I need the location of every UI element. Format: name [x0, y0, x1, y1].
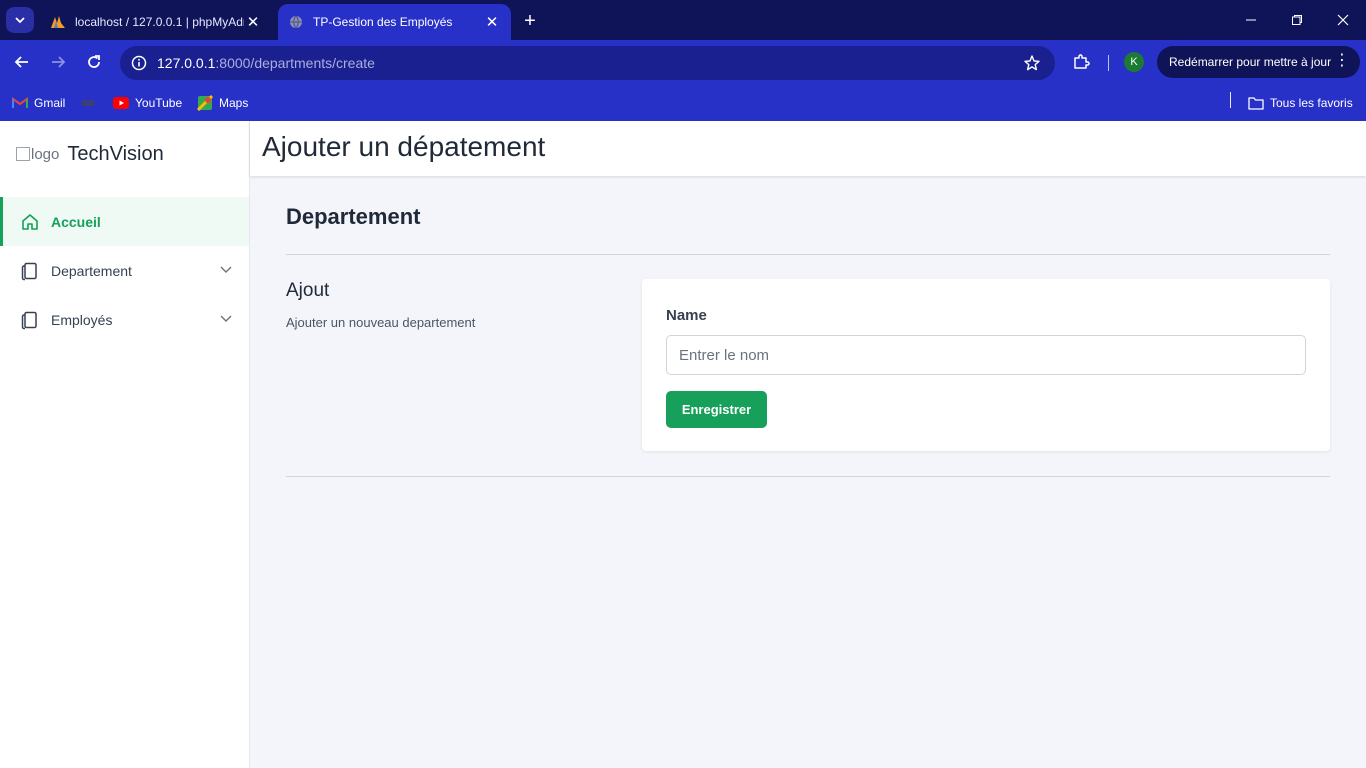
update-restart-label: Redémarrer pour mettre à jour: [1169, 55, 1332, 69]
chevron-down-icon[interactable]: [219, 262, 233, 279]
site-info-icon[interactable]: [122, 55, 156, 71]
page-title: Ajouter un dépatement: [262, 131, 546, 162]
bookmark-gmail[interactable]: Gmail: [12, 93, 65, 113]
broken-image-icon: [16, 147, 30, 161]
toolbar-divider: [1108, 55, 1109, 71]
forward-arrow-icon[interactable]: [44, 48, 72, 76]
document-copy-icon: [20, 261, 40, 281]
bookmark-label: Tous les favoris: [1270, 96, 1353, 110]
section-divider: [286, 254, 1330, 255]
restore-icon[interactable]: [1274, 0, 1320, 40]
bookmark-label: Gmail: [34, 96, 66, 110]
bookmark-label: YouTube: [135, 96, 183, 110]
brand[interactable]: logo TechVision: [16, 141, 164, 167]
close-window-icon[interactable]: [1320, 0, 1366, 40]
more-menu-icon[interactable]: ⋮: [1334, 53, 1350, 69]
new-tab-plus-icon[interactable]: +: [518, 9, 542, 33]
document-copy-icon: [20, 310, 40, 330]
browser-tab-strip: localhost / 127.0.0.1 | phpMyAdmin ✕ TP-…: [0, 0, 1366, 40]
all-bookmarks-folder[interactable]: Tous les favoris: [1248, 93, 1353, 113]
bookmark-label: Maps: [219, 96, 249, 110]
url-host: 127.0.0.1: [157, 55, 216, 71]
phpmyadmin-icon: [50, 14, 66, 30]
browser-toolbar: 127.0.0.1:8000/departments/create K Redé…: [0, 40, 1366, 85]
chevron-down-icon[interactable]: [219, 311, 233, 328]
url-path: :8000/departments/create: [215, 55, 375, 71]
minimize-icon[interactable]: [1228, 0, 1274, 40]
profile-avatar[interactable]: K: [1124, 52, 1144, 72]
globe-icon: [288, 14, 304, 30]
reload-icon[interactable]: [80, 48, 108, 76]
form-heading: Ajout: [286, 280, 330, 301]
bookmarks-bar: Gmail YouTube Maps Tous les favoris: [0, 85, 1366, 121]
chevron-down-icon: [15, 17, 25, 24]
update-restart-button[interactable]: Redémarrer pour mettre à jour ⋮: [1157, 46, 1360, 78]
close-icon[interactable]: ✕: [244, 13, 262, 31]
page-header: Ajouter un dépatement: [250, 121, 1366, 176]
sidebar-item-label: Accueil: [51, 213, 101, 230]
folder-icon: [1248, 95, 1264, 111]
sidebar-item-label: Departement: [51, 262, 132, 279]
maps-icon: [197, 95, 213, 111]
logo-broken-image: logo: [16, 146, 59, 163]
extensions-puzzle-icon[interactable]: [1068, 49, 1094, 75]
tab-title: localhost / 127.0.0.1 | phpMyAdmin: [75, 15, 244, 29]
site-favicon-icon: [80, 95, 96, 111]
home-icon: [20, 212, 40, 232]
name-input[interactable]: [666, 335, 1306, 375]
url-text: 127.0.0.1:8000/departments/create: [157, 55, 375, 71]
brand-name: TechVision: [67, 142, 164, 165]
tab-phpmyadmin[interactable]: localhost / 127.0.0.1 | phpMyAdmin ✕: [40, 4, 272, 40]
name-field-label: Name: [666, 307, 707, 324]
section-title: Departement: [286, 204, 421, 229]
bookmark-unnamed[interactable]: [80, 93, 102, 113]
sidebar-item-employes[interactable]: Employés: [0, 295, 249, 344]
logo-alt-text: logo: [31, 145, 60, 163]
bookmark-maps[interactable]: Maps: [197, 93, 248, 113]
form-description: Ajouter un nouveau departement: [286, 315, 476, 330]
sidebar-nav: Accueil Departement Employés: [0, 197, 249, 344]
bookmark-star-icon[interactable]: [1023, 54, 1041, 77]
sidebar-item-departement[interactable]: Departement: [0, 246, 249, 295]
sidebar-item-accueil[interactable]: Accueil: [0, 197, 249, 246]
tab-title: TP-Gestion des Employés: [313, 15, 453, 29]
gmail-icon: [12, 95, 28, 111]
close-icon[interactable]: ✕: [483, 13, 501, 31]
youtube-icon: [113, 95, 129, 111]
sidebar-item-label: Employés: [51, 311, 113, 328]
tab-search-button[interactable]: [6, 7, 34, 33]
department-form-card: Name Enregistrer: [642, 279, 1330, 451]
bottom-divider: [286, 476, 1330, 477]
back-arrow-icon[interactable]: [8, 48, 36, 76]
sidebar: logo TechVision Accueil Departement Empl…: [0, 121, 250, 768]
tab-gestion-employes[interactable]: TP-Gestion des Employés ✕: [278, 4, 511, 40]
bookmarks-divider: [1230, 92, 1231, 108]
bookmark-youtube[interactable]: YouTube: [113, 93, 182, 113]
address-bar[interactable]: 127.0.0.1:8000/departments/create: [120, 46, 1055, 80]
save-button[interactable]: Enregistrer: [666, 391, 767, 428]
